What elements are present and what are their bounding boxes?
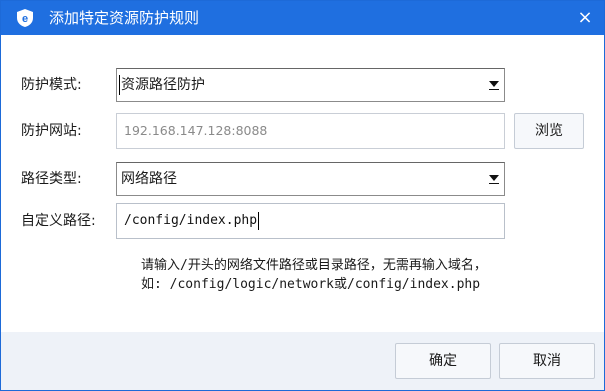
close-button[interactable]: × [572, 5, 598, 31]
path-type-label: 路径类型: [21, 171, 82, 187]
hint-line-1: 请输入/开头的网络文件路径或目录路径，无需再输入域名， [141, 258, 487, 273]
dialog-footer: 确定 取消 [1, 332, 604, 390]
hint-line-2: 如: /config/logic/network或/config/index.p… [141, 277, 481, 292]
dialog-body: 防护模式: 资源路径防护 防护网站: 192.168.147.128:8088 … [1, 35, 604, 332]
dropdown-arrow-base [489, 183, 499, 184]
logo-letter: e [22, 13, 28, 25]
path-type-select-value: 网络路径 [121, 171, 177, 187]
ok-button[interactable]: 确定 [395, 343, 491, 379]
path-type-select[interactable]: 网络路径 [116, 162, 505, 196]
cancel-button[interactable]: 取消 [499, 343, 595, 379]
shield-logo-icon: e [17, 9, 33, 27]
site-input[interactable]: 192.168.147.128:8088 [116, 113, 505, 149]
site-input-placeholder: 192.168.147.128:8088 [124, 123, 268, 138]
dialog-title: 添加特定资源防护规则 [49, 9, 200, 27]
custom-path-input[interactable]: /config/index.php [116, 203, 505, 239]
custom-path-value-wrap: /config/index.php [124, 204, 260, 238]
title-bar[interactable]: e 添加特定资源防护规则 × [1, 1, 604, 35]
browse-button[interactable]: 浏览 [514, 113, 584, 149]
dropdown-arrow-icon [489, 81, 499, 87]
custom-path-value: /config/index.php [124, 213, 258, 228]
mode-select-value: 资源路径防护 [121, 77, 205, 93]
custom-path-label: 自定义路径: [21, 213, 96, 229]
rule-dialog: e 添加特定资源防护规则 × 防护模式: 资源路径防护 防护网站: 192.16… [0, 0, 605, 391]
dropdown-arrow-icon [489, 175, 499, 181]
mode-label: 防护模式: [21, 77, 82, 93]
dropdown-arrow-base [489, 89, 499, 90]
text-caret [258, 211, 260, 230]
text-cursor [119, 75, 120, 95]
site-label: 防护网站: [21, 123, 82, 139]
mode-select[interactable]: 资源路径防护 [116, 68, 505, 102]
